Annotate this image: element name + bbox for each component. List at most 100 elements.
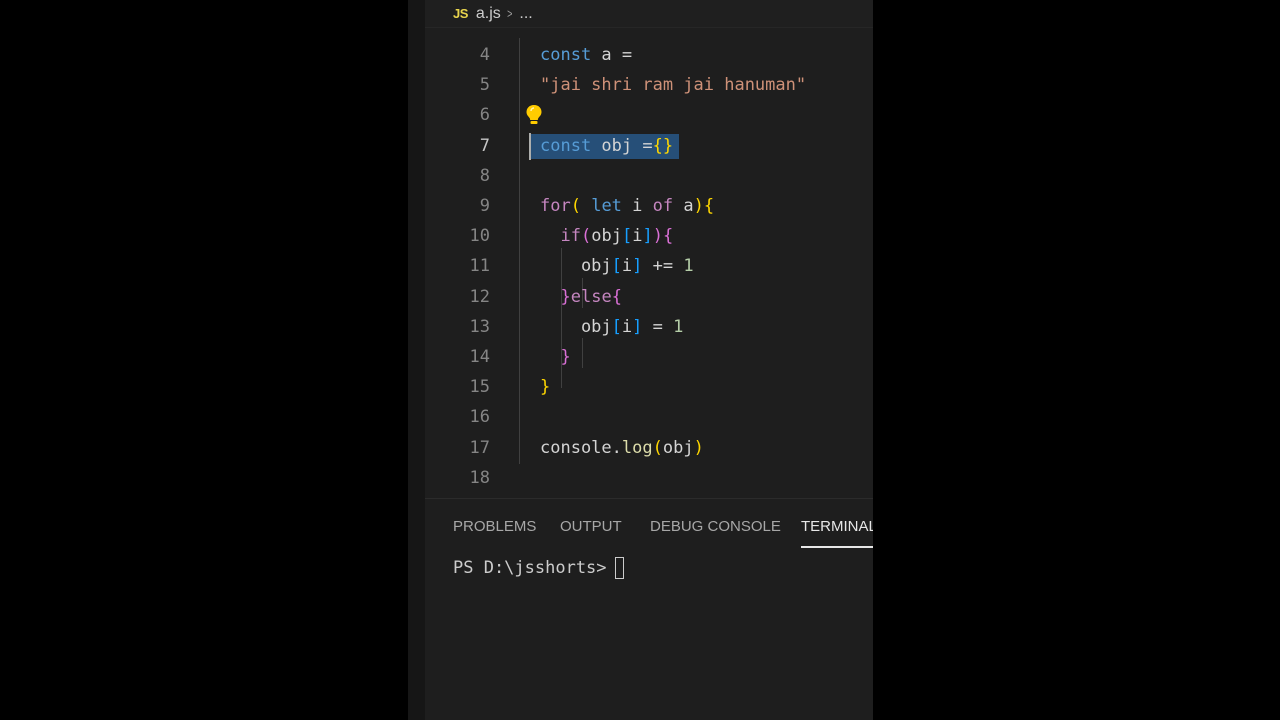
code-token: ( [580,226,592,247]
code-line-15[interactable]: 15} [425,372,873,402]
line-number: 6 [479,105,490,126]
code-token: ( [570,196,581,216]
line-number: 15 [469,377,490,398]
code-token: { [662,226,674,247]
code-line-14[interactable]: 14 } [425,342,873,372]
breadcrumb-ellipsis[interactable]: ... [519,5,532,23]
code-token: if [560,226,581,247]
code-token: += [642,256,684,277]
line-number: 9 [479,196,490,216]
code-token: [ [621,226,633,247]
terminal-cursor [614,557,624,579]
code-token: console [540,437,612,458]
code-line-18[interactable]: 18 [425,463,873,493]
code-token: ) [693,437,704,458]
code-token: obj [591,226,622,247]
code-token: { [703,196,715,216]
code-token: [ [611,256,622,277]
code-line-4[interactable]: 4 const a = [425,40,873,70]
code-token: . [611,437,622,458]
code-line-11[interactable]: 11 obj[i] += 1 [425,251,873,281]
code-token: ) [693,196,704,216]
code-token: obj [662,437,694,458]
code-token: i [621,256,633,277]
code-editor[interactable]: 4 const a = 5 "jai shri ram jai hanuman" 6 7 c… [425,28,873,498]
code-line-16[interactable]: 16 [425,402,873,432]
code-line-13[interactable]: 13 obj[i] = 1 [425,312,873,342]
line-number: 11 [469,256,490,277]
lightbulb-icon[interactable] [523,103,545,127]
code-token: "jai shri ram jai hanuman" [540,75,807,96]
code-token: i [632,226,643,247]
terminal-output[interactable]: PS D:\jsshorts> [453,557,873,579]
line-number: 18 [469,467,490,488]
code-token: obj [540,256,612,277]
code-line-12[interactable]: 12 }else{ [425,282,873,312]
line-number: 8 [479,165,490,186]
code-text: obj[i] = 1 [540,312,683,342]
text-cursor [529,132,531,160]
code-token: ] [632,316,643,337]
tab-terminal[interactable]: TERMINAL [801,518,873,548]
code-token: log [621,437,653,458]
tab-output[interactable]: OUTPUT [560,518,622,548]
code-line-8[interactable]: 8 [425,161,873,191]
code-text: } [540,372,550,402]
code-text: const a = [540,40,632,70]
code-token: } [540,377,551,398]
line-number: 10 [469,226,490,247]
code-token: 1 [673,316,684,337]
line-number: 13 [469,316,490,337]
code-token: = [642,135,653,156]
code-token: obj [591,135,643,156]
code-token: let [580,196,622,216]
code-text: if(obj[i]){ [540,221,673,251]
code-line-7[interactable]: 7 const obj ={} [425,131,873,161]
code-text: for( let i of a){ [540,191,714,221]
code-token: obj [540,316,612,337]
activity-strip [408,0,425,720]
tab-problems[interactable]: PROBLEMS [453,518,536,548]
code-token: {} [652,135,674,156]
code-line-9[interactable]: 9 for( let i of a){ [425,191,873,221]
code-token: ] [642,226,653,247]
code-line-6[interactable]: 6 [425,100,873,130]
code-token: i [621,316,633,337]
code-token: i [621,196,653,216]
code-text: "jai shri ram jai hanuman" [540,70,806,100]
code-token: const [540,45,592,65]
code-token: ( [652,437,663,458]
code-token: } [560,347,571,367]
code-token: of [652,196,674,216]
code-line-10[interactable]: 10 if(obj[i]){ [425,221,873,251]
chevron-right-icon: > [506,6,513,21]
line-number: 7 [479,135,490,156]
line-number: 4 [479,45,490,65]
code-token: else [570,286,612,307]
tab-debug-console[interactable]: DEBUG CONSOLE [650,518,781,548]
code-token: = [621,45,633,65]
line-number: 12 [469,286,490,307]
code-token: = [642,316,674,337]
code-token: [ [611,316,622,337]
code-token: 1 [683,256,694,277]
code-line-17[interactable]: 17 console.log(obj) [425,433,873,463]
code-token: } [560,286,571,307]
code-text: console.log(obj) [540,433,704,463]
code-text: const obj ={} [540,131,673,161]
code-text: } [540,342,571,372]
line-number: 17 [469,437,490,458]
line-number: 16 [469,407,490,428]
line-number: 14 [469,347,490,367]
breadcrumb-file[interactable]: a.js [476,5,501,23]
code-text: }else{ [540,282,621,312]
code-text: obj[i] += 1 [540,251,694,281]
code-line-5[interactable]: 5 "jai shri ram jai hanuman" [425,70,873,100]
code-token: ) [652,226,663,247]
breadcrumb: JS a.js > ... [425,0,873,28]
line-number: 5 [479,75,490,96]
terminal-prompt: PS D:\jsshorts> [453,558,607,578]
bottom-panel: PROBLEMS OUTPUT DEBUG CONSOLE TERMINAL P… [425,498,873,720]
